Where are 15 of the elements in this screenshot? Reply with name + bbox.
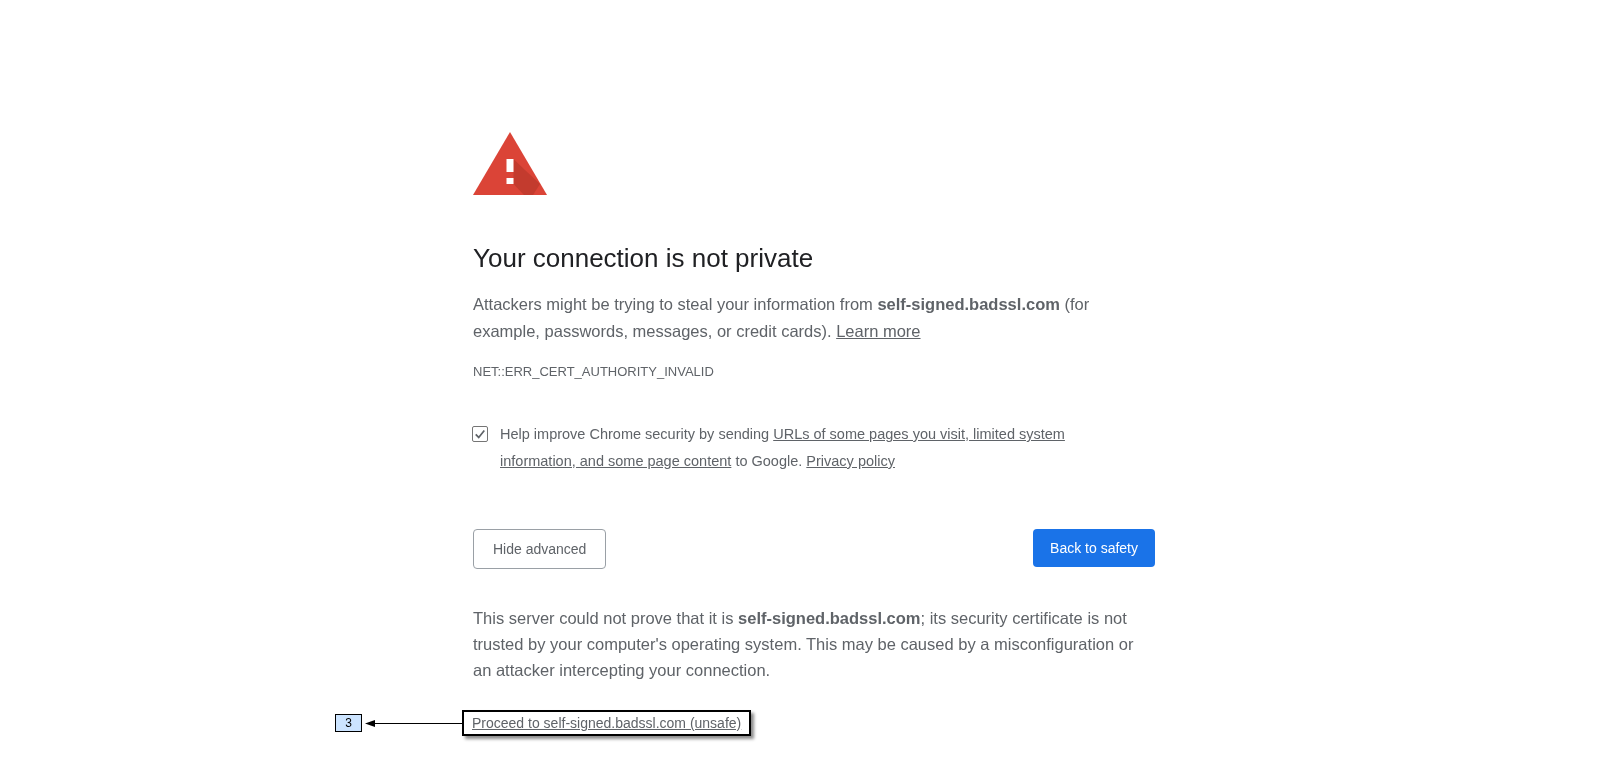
warning-icon	[473, 132, 547, 195]
error-code: NET::ERR_CERT_AUTHORITY_INVALID	[473, 363, 714, 381]
page-heading: Your connection is not private	[473, 242, 815, 274]
proceed-link[interactable]: Proceed to self-signed.badssl.com (unsafe)	[472, 713, 742, 733]
opt-in-link[interactable]: Privacy policy	[806, 453, 895, 469]
opt-in-text: Help improve Chrome security by sending URLs of some pages you visit, limited system information, and some page content to Google. Privacy policy	[500, 425, 1066, 471]
opt-in-link[interactable]: information, and some page content	[500, 453, 732, 469]
learn-more-link[interactable]: Learn more	[836, 322, 921, 340]
primary-button[interactable]: Back to safety	[1033, 529, 1155, 567]
warning-message: Attackers might be trying to steal your information from self-signed.badssl.com (for example, passwords, messages, or credit cards). Learn more	[473, 294, 1091, 342]
opt-in-link[interactable]: URLs of some pages you visit, limited system	[773, 426, 1065, 442]
secondary-button[interactable]: Hide advanced	[473, 529, 607, 569]
details-message: This server could not prove that it is self-signed.badssl.com; its security certificate is not trusted by your computer's operating system. This may be caused by a misconfiguration or an attacker intercepting your connection.	[473, 608, 1135, 681]
checkbox[interactable]	[472, 426, 488, 442]
callout-label: 3	[335, 714, 362, 732]
